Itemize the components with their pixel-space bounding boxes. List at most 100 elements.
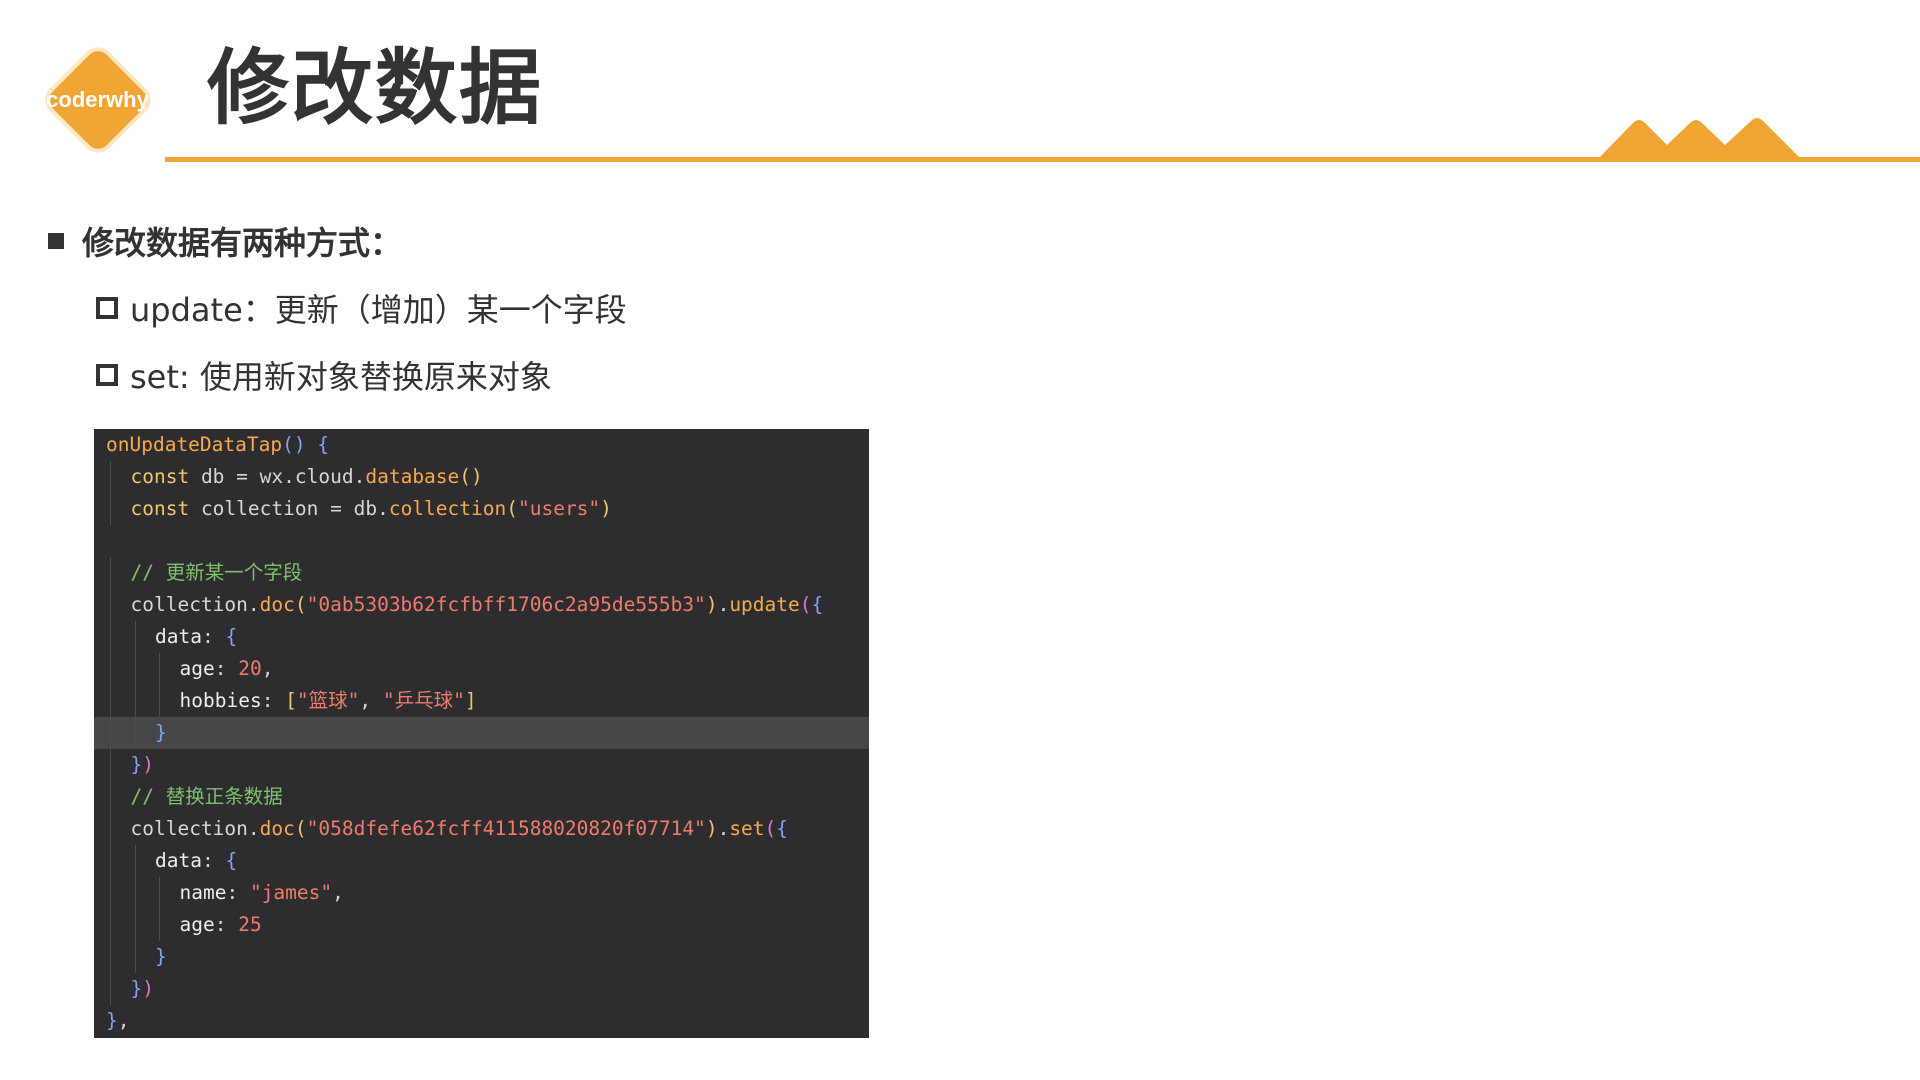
code-token: : bbox=[201, 625, 226, 648]
code-token: "篮球" bbox=[296, 689, 360, 712]
code-token: const bbox=[130, 465, 190, 488]
indent-guide bbox=[134, 685, 136, 717]
code-token: : bbox=[226, 881, 250, 904]
indent-guide bbox=[110, 813, 111, 845]
code-token: collection bbox=[189, 497, 331, 520]
indent-guide bbox=[134, 877, 136, 909]
code-token: const bbox=[130, 497, 190, 520]
code-token: ( bbox=[294, 817, 307, 840]
bullet-item-text: set: 使用新对象替换原来对象 bbox=[130, 358, 552, 396]
code-token: "058dfefe62fcff411588020820f07714" bbox=[306, 817, 706, 840]
indent-guide bbox=[110, 781, 111, 813]
code-text: } bbox=[155, 717, 167, 749]
indent-guide bbox=[134, 909, 136, 941]
code-token: . bbox=[353, 465, 366, 488]
page-title: 修改数据 bbox=[207, 41, 544, 136]
code-token: "users" bbox=[517, 497, 601, 520]
code-token: , bbox=[359, 689, 383, 712]
code-line: const collection = db.collection("users"… bbox=[94, 493, 869, 525]
code-token: ) bbox=[705, 817, 718, 840]
indent-guide bbox=[159, 909, 160, 941]
code-token: : bbox=[201, 849, 226, 872]
code-token: hobbies bbox=[179, 689, 262, 712]
code-token: doc bbox=[259, 817, 295, 840]
code-token: ( bbox=[506, 497, 518, 520]
code-token: : bbox=[261, 689, 286, 712]
code-line: collection.doc("0ab5303b62fcfbff1706c2a9… bbox=[94, 589, 869, 621]
code-line: age: 25 bbox=[94, 909, 869, 941]
code-token: { bbox=[225, 849, 238, 872]
indent-guide bbox=[110, 557, 111, 589]
code-token: () bbox=[459, 465, 483, 488]
indent-guide bbox=[110, 653, 111, 685]
indent-guide bbox=[110, 749, 111, 781]
code-token: cloud bbox=[294, 465, 354, 488]
code-token: . bbox=[377, 497, 389, 520]
hollow-square-icon bbox=[96, 297, 118, 319]
code-line: hobbies: ["篮球", "乒乓球"] bbox=[94, 685, 869, 717]
code-text: // 更新某一个字段 bbox=[131, 557, 303, 589]
code-line: }) bbox=[94, 749, 869, 781]
bullet-item-text: update：更新（增加）某一个字段 bbox=[130, 291, 627, 329]
code-text: data: { bbox=[155, 621, 237, 653]
indent-guide bbox=[159, 653, 160, 685]
code-token: ) bbox=[142, 753, 154, 776]
code-token: data bbox=[155, 625, 202, 648]
code-token: } bbox=[155, 945, 167, 968]
code-token: , bbox=[261, 657, 274, 680]
code-line: const db = wx.cloud.database() bbox=[94, 461, 869, 493]
code-line: onUpdateDataTap() { bbox=[94, 429, 869, 461]
code-token: } bbox=[130, 977, 143, 1000]
code-line: } bbox=[94, 941, 869, 973]
code-token: collection bbox=[388, 497, 507, 520]
code-token: name bbox=[179, 881, 227, 904]
code-token: , bbox=[332, 881, 344, 904]
code-text: hobbies: ["篮球", "乒乓球"] bbox=[180, 685, 477, 717]
code-token: } bbox=[130, 753, 143, 776]
code-token: // 替换正条数据 bbox=[130, 785, 283, 808]
code-line: age: 20, bbox=[94, 653, 869, 685]
code-text: name: "james", bbox=[180, 877, 344, 909]
indent-guide bbox=[110, 909, 111, 941]
code-line: // 更新某一个字段 bbox=[94, 557, 869, 589]
code-token: set bbox=[729, 817, 765, 840]
code-line: name: "james", bbox=[94, 877, 869, 909]
code-line: // 替换正条数据 bbox=[94, 781, 869, 813]
hollow-square-icon bbox=[96, 364, 118, 386]
code-text: }, bbox=[106, 1005, 130, 1037]
indent-guide bbox=[134, 621, 136, 653]
code-token: "乒乓球" bbox=[382, 689, 465, 712]
code-token: collection bbox=[130, 817, 248, 840]
code-block: onUpdateDataTap() {const db = wx.cloud.d… bbox=[94, 429, 869, 1038]
indent-guide bbox=[159, 685, 160, 717]
code-text: const collection = db.collection("users"… bbox=[131, 493, 612, 525]
code-token: } bbox=[155, 721, 167, 744]
code-text: }) bbox=[131, 973, 155, 1005]
code-token: ] bbox=[464, 689, 477, 712]
code-token: ( bbox=[294, 593, 307, 616]
code-line: } bbox=[94, 717, 869, 749]
code-token: ) bbox=[705, 593, 718, 616]
code-token: () bbox=[282, 433, 306, 456]
code-token: { bbox=[776, 817, 789, 840]
code-text: }) bbox=[131, 749, 155, 781]
indent-guide bbox=[110, 941, 111, 973]
code-token: { bbox=[225, 625, 238, 648]
bullet-main: 修改数据有两种方式： bbox=[48, 218, 402, 264]
indent-guide bbox=[110, 685, 111, 717]
indent-guide bbox=[110, 717, 111, 749]
code-token: ) bbox=[142, 977, 154, 1000]
code-token: : bbox=[214, 913, 239, 936]
code-token: . bbox=[247, 593, 260, 616]
code-text: collection.doc("0ab5303b62fcfbff1706c2a9… bbox=[131, 589, 824, 621]
code-token: . bbox=[247, 817, 260, 840]
indent-guide bbox=[134, 653, 136, 685]
code-token: . bbox=[717, 593, 730, 616]
mountain-decoration bbox=[1595, 118, 1804, 162]
code-token: "james" bbox=[249, 881, 333, 904]
bullet-item-set: set: 使用新对象替换原来对象 bbox=[96, 352, 552, 398]
code-token: . bbox=[717, 817, 730, 840]
indent-guide bbox=[110, 493, 111, 525]
code-token: 25 bbox=[238, 913, 262, 936]
bullet-item-update: update：更新（增加）某一个字段 bbox=[96, 285, 627, 331]
